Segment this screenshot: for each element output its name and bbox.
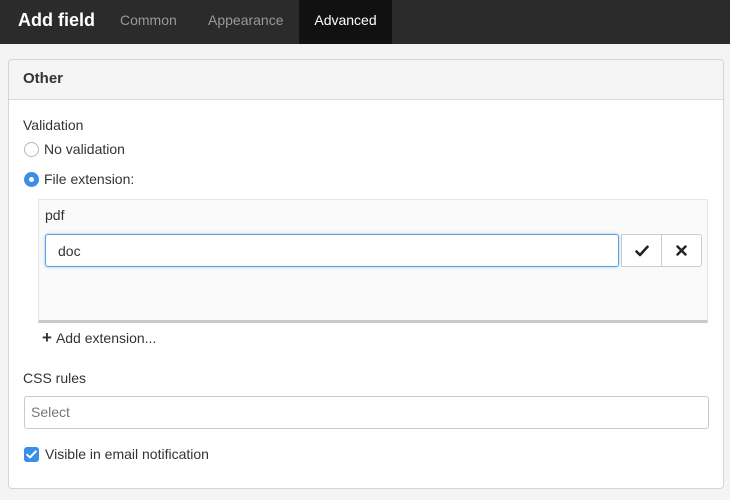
checkbox-checked[interactable]	[24, 446, 39, 462]
radio-button-selected[interactable]	[24, 171, 39, 187]
cancel-extension-button[interactable]	[661, 234, 702, 267]
extension-input[interactable]	[45, 234, 619, 267]
css-rules-select[interactable]: Select	[24, 396, 709, 429]
dialog-title: Add field	[18, 10, 95, 30]
add-extension-label: Add extension...	[55, 330, 157, 346]
extension-item: pdf	[45, 207, 65, 223]
extension-list: pdf	[38, 199, 708, 323]
checkbox-label: Visible in email notification	[45, 446, 209, 462]
tab-appearance[interactable]: Appearance	[194, 0, 298, 44]
add-extension-link[interactable]: + Add extension...	[42, 328, 157, 347]
radio-label: No validation	[44, 141, 125, 157]
panel-title: Other	[9, 60, 723, 100]
close-icon	[676, 245, 687, 256]
other-panel: Other Validation No validation File exte…	[8, 59, 724, 489]
radio-no-validation[interactable]: No validation	[24, 141, 125, 157]
radio-label: File extension:	[44, 171, 135, 187]
confirm-extension-button[interactable]	[621, 234, 662, 267]
radio-button[interactable]	[24, 141, 39, 157]
check-icon	[634, 245, 649, 256]
radio-file-extension[interactable]: File extension:	[24, 171, 134, 187]
tab-advanced[interactable]: Advanced	[299, 0, 392, 44]
check-icon	[26, 449, 37, 458]
validation-label: Validation	[23, 117, 84, 133]
plus-icon: +	[42, 328, 52, 347]
top-bar: Add field Common Appearance Advanced	[0, 0, 730, 44]
tab-common[interactable]: Common	[106, 0, 191, 44]
css-rules-label: CSS rules	[23, 370, 87, 386]
visible-in-email-checkbox[interactable]: Visible in email notification	[24, 446, 209, 462]
